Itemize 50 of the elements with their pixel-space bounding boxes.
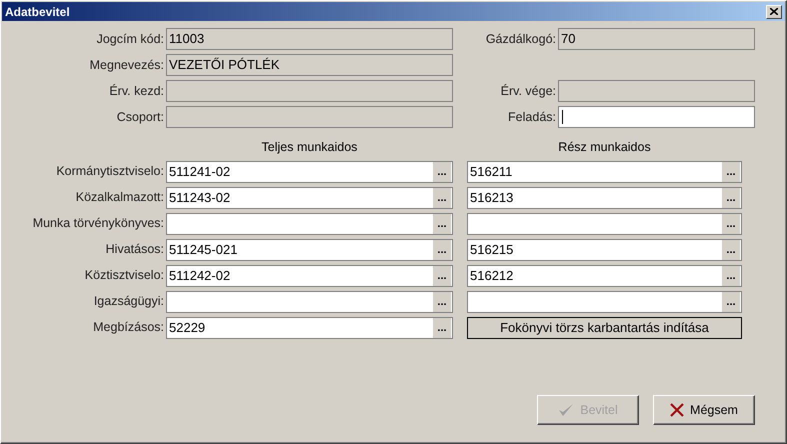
cross-icon (670, 403, 684, 417)
close-icon (770, 8, 778, 15)
column-heading: Teljes munkaidos (260, 139, 358, 156)
field-label: Kormánytisztviselo: (55, 163, 164, 180)
browse-button[interactable]: ... (433, 240, 451, 260)
input-field[interactable]: ... (467, 290, 742, 313)
field-label: Hivatásos: (104, 241, 164, 258)
column-heading: Rész munkaidos (557, 139, 652, 156)
browse-button[interactable]: ... (722, 162, 740, 182)
field-label: Jogcím kód: (96, 30, 164, 48)
input-field[interactable]: 52229 ... (166, 316, 453, 339)
field-label: Közalkalmazott: (74, 189, 164, 206)
maintenance-button[interactable]: Fokönyvi törzs karbantartás indítása (467, 316, 742, 339)
input-field[interactable]: 511245-021 ... (166, 238, 453, 261)
input-field[interactable]: 511242-02 ... (166, 264, 453, 287)
input-field[interactable]: ... (467, 212, 742, 235)
field-label: Megnevezés: (88, 56, 164, 74)
field-label: Megbízásos: (92, 319, 164, 336)
browse-button[interactable]: ... (433, 266, 451, 286)
field-label: Igazságügyi: (92, 293, 164, 310)
browse-button[interactable]: ... (722, 292, 740, 312)
cancel-button[interactable]: Mégsem (653, 395, 755, 425)
browse-button[interactable]: ... (433, 162, 451, 182)
input-field[interactable]: 516212 ... (467, 264, 742, 287)
checkmark-icon (558, 403, 574, 417)
browse-button[interactable]: ... (722, 240, 740, 260)
browse-button[interactable]: ... (722, 188, 740, 208)
browse-button[interactable]: ... (433, 214, 451, 234)
field-label: Érv. kezd: (108, 82, 164, 100)
field-label: Érv. vége: (500, 82, 556, 100)
input-field[interactable]: 511243-02 ... (166, 186, 453, 209)
input-field[interactable]: 511241-02 ... (166, 160, 453, 183)
browse-button[interactable]: ... (433, 188, 451, 208)
field-label: Feladás: (507, 108, 556, 126)
input-field[interactable]: ... (166, 212, 453, 235)
close-button[interactable] (766, 4, 782, 18)
browse-button[interactable]: ... (722, 214, 740, 234)
field-label: Köztisztviselo: (84, 267, 164, 284)
input-field[interactable]: 516215 ... (467, 238, 742, 261)
browse-button[interactable]: ... (722, 266, 740, 286)
input-field[interactable]: 516213 ... (467, 186, 742, 209)
input-field[interactable] (558, 106, 755, 128)
browse-button[interactable]: ... (433, 292, 451, 312)
field-label: Gázdálkogó: (484, 30, 556, 48)
field-label: Csoport: (116, 108, 164, 126)
browse-button[interactable]: ... (433, 318, 451, 338)
field-label: Munka törvénykönyves: (32, 215, 164, 232)
input-field[interactable]: 516211 ... (467, 160, 742, 183)
window-title: Adatbevitel (5, 4, 70, 20)
input-field[interactable]: ... (166, 290, 453, 313)
